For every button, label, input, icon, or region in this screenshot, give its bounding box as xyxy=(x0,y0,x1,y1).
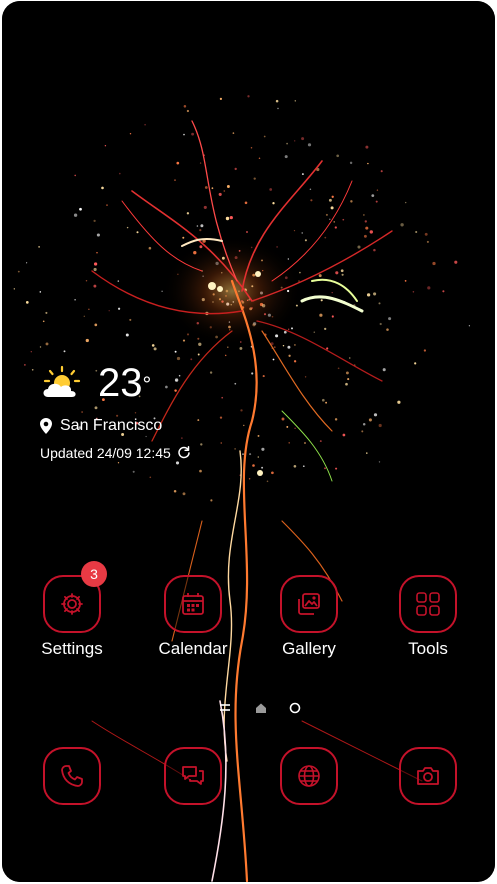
weather-widget[interactable]: 23° San Francisco Updated 24/09 12:45 xyxy=(40,361,191,461)
weather-location: San Francisco xyxy=(60,417,163,434)
dock-messages[interactable] xyxy=(143,747,243,805)
partly-sunny-icon xyxy=(43,365,81,397)
dock-messages-tile[interactable] xyxy=(164,747,222,805)
app-label: Settings xyxy=(41,639,103,658)
dock-phone-tile[interactable] xyxy=(43,747,101,805)
phone-icon xyxy=(61,765,83,787)
messages-icon xyxy=(182,766,204,785)
dock-camera[interactable] xyxy=(378,747,478,805)
notification-badge: 3 xyxy=(81,561,107,587)
location-pin-icon xyxy=(40,418,52,434)
app-tools-tile[interactable] xyxy=(399,575,457,633)
refresh-icon[interactable] xyxy=(177,446,191,460)
calendar-icon xyxy=(182,593,204,615)
app-label: Calendar xyxy=(158,639,228,658)
app-gallery[interactable]: Gallery xyxy=(259,575,359,659)
dock-browser-tile[interactable] xyxy=(280,747,338,805)
menu-indicator[interactable] xyxy=(219,700,231,716)
home-indicator[interactable] xyxy=(254,700,268,716)
camera-icon xyxy=(417,767,439,785)
temperature: 23° xyxy=(98,361,152,405)
weather-updated-time: Updated 24/09 12:45 xyxy=(40,445,171,461)
app-label: Gallery xyxy=(282,639,336,658)
app-settings[interactable]: 3 Settings xyxy=(22,561,122,659)
app-calendar[interactable]: Calendar xyxy=(143,575,243,659)
browser-icon xyxy=(298,765,320,787)
dock-camera-tile[interactable] xyxy=(399,747,457,805)
phone-screen: 23° San Francisco Updated 24/09 12:45 3 … xyxy=(2,1,495,882)
tools-folder-icon xyxy=(416,592,440,616)
app-label: Tools xyxy=(408,639,448,658)
page-indicators xyxy=(2,700,495,716)
dock-browser[interactable] xyxy=(259,747,359,805)
app-tools-folder[interactable]: Tools xyxy=(378,575,478,659)
page-dot-indicator[interactable] xyxy=(288,700,302,716)
degree-symbol: ° xyxy=(142,372,152,397)
gallery-icon xyxy=(298,593,320,615)
app-calendar-tile[interactable] xyxy=(164,575,222,633)
dock-phone[interactable] xyxy=(22,747,122,805)
gear-icon xyxy=(61,593,83,615)
app-gallery-tile[interactable] xyxy=(280,575,338,633)
